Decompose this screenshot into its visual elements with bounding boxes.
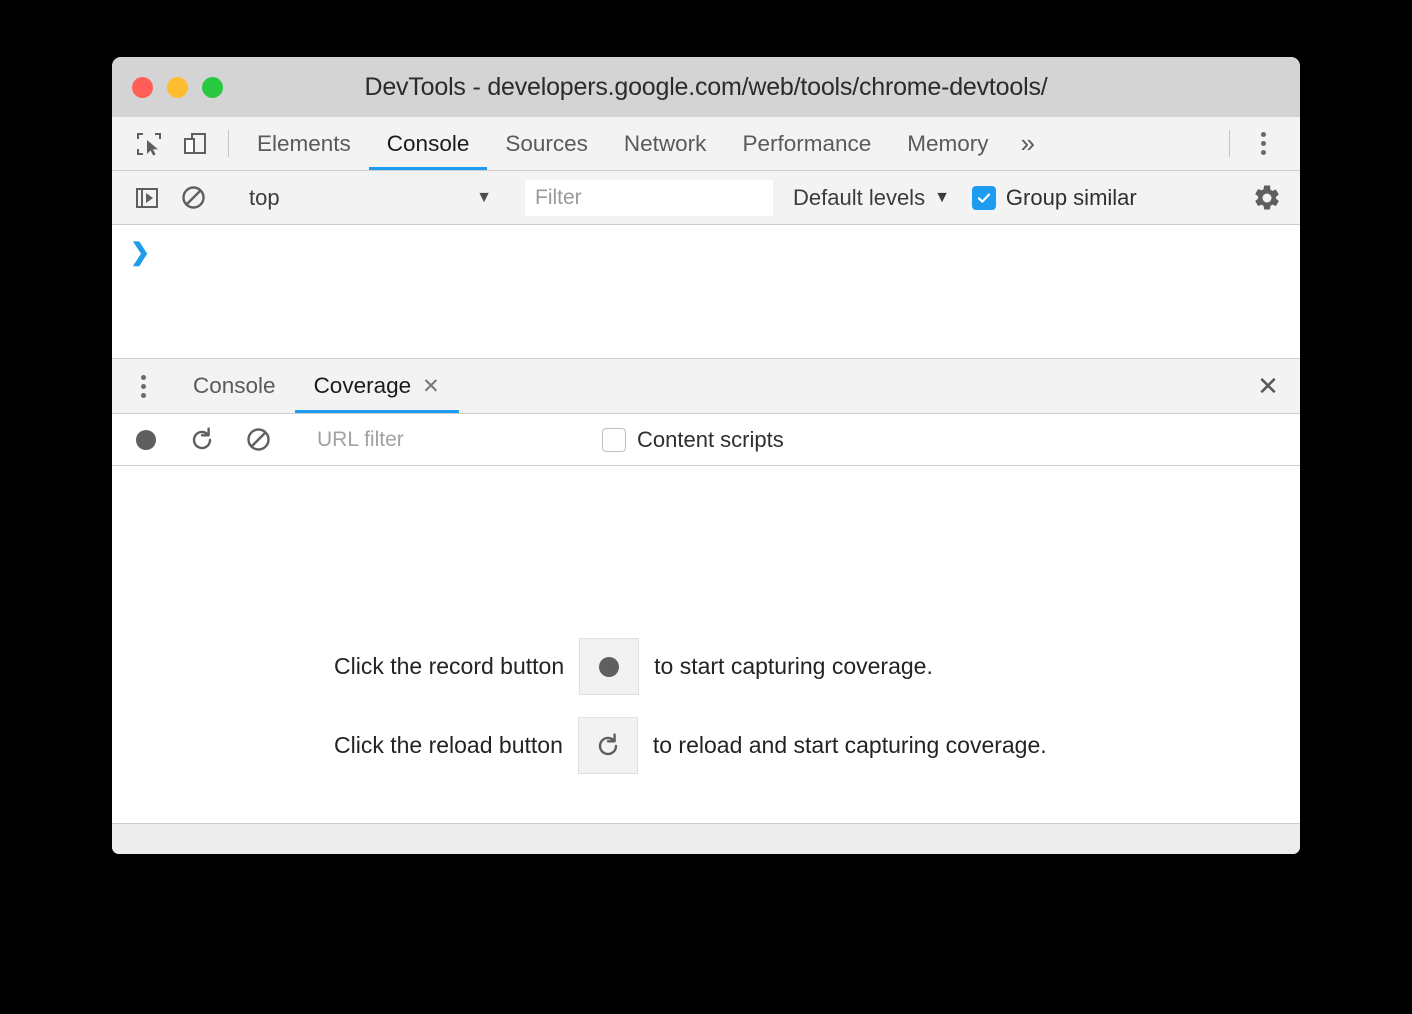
- drawer-tab-console[interactable]: Console: [174, 359, 295, 413]
- gear-icon: [1252, 183, 1282, 213]
- coverage-content-area: Click the record button to start capturi…: [112, 466, 1300, 823]
- inspect-element-button[interactable]: [126, 117, 172, 170]
- main-menu-button[interactable]: [1240, 117, 1286, 170]
- console-prompt-chevron-icon: ❯: [130, 239, 151, 266]
- coverage-hint-record-prefix: Click the record button: [334, 653, 565, 679]
- more-vertical-icon: [140, 374, 146, 398]
- drawer-tabbar: Console Coverage ✕ ✕: [112, 359, 1300, 414]
- more-tabs-button[interactable]: »: [1007, 117, 1049, 170]
- coverage-hint-reload-suffix: to reload and start capturing coverage.: [652, 732, 1047, 758]
- clear-console-icon: [180, 184, 207, 211]
- device-toolbar-button[interactable]: [172, 117, 218, 170]
- coverage-record-button[interactable]: [118, 427, 174, 453]
- group-similar-label: Group similar: [1005, 184, 1137, 210]
- tab-sources[interactable]: Sources: [487, 117, 606, 170]
- group-similar-checkbox[interactable]: Group similar: [971, 184, 1137, 211]
- record-circle-icon: [133, 427, 159, 453]
- coverage-toolbar: URL filter Content scripts: [112, 414, 1300, 466]
- coverage-hint-reload-prefix: Click the reload button: [334, 732, 563, 758]
- drawer-menu-button[interactable]: [112, 359, 174, 413]
- console-settings-button[interactable]: [1252, 183, 1282, 213]
- console-output-area[interactable]: ❯: [112, 225, 1300, 359]
- tab-console[interactable]: Console: [368, 117, 488, 170]
- show-console-sidebar-icon: [134, 185, 160, 211]
- clear-icon: [245, 426, 272, 453]
- close-drawer-button[interactable]: ✕: [1236, 359, 1300, 413]
- tabbar-right-divider: [1229, 130, 1230, 157]
- inline-reload-button[interactable]: [577, 717, 638, 774]
- reload-icon: [594, 732, 622, 760]
- inline-record-button[interactable]: [579, 638, 640, 695]
- console-toolbar: top ▼ Filter Default levels ▼ Group simi…: [112, 171, 1300, 225]
- coverage-hint-reload: Click the reload button to reload and st…: [334, 717, 1047, 774]
- close-icon[interactable]: ✕: [422, 374, 440, 399]
- drawer-tab-console-label: Console: [193, 373, 276, 398]
- execution-context-value: top: [249, 184, 280, 210]
- url-filter-input[interactable]: URL filter: [307, 428, 559, 452]
- chevron-down-icon: ▼: [934, 188, 950, 206]
- drawer-tabbar-spacer: [459, 359, 1236, 413]
- coverage-empty-state: Click the record button to start capturi…: [334, 638, 1047, 774]
- tab-elements[interactable]: Elements: [239, 117, 369, 170]
- execution-context-select[interactable]: top ▼: [237, 185, 504, 211]
- reload-icon: [188, 426, 216, 454]
- log-levels-label: Default levels: [793, 184, 926, 210]
- window-titlebar: DevTools - developers.google.com/web/too…: [112, 57, 1300, 117]
- devtools-window: DevTools - developers.google.com/web/too…: [112, 57, 1300, 854]
- window-title: DevTools - developers.google.com/web/too…: [364, 72, 1048, 101]
- more-vertical-icon: [1260, 132, 1266, 155]
- coverage-hint-record-suffix: to start capturing coverage.: [654, 653, 933, 679]
- checkbox-unchecked-icon: [602, 427, 626, 452]
- status-bar: [112, 823, 1300, 854]
- log-levels-select[interactable]: Default levels ▼: [793, 185, 950, 211]
- content-scripts-checkbox[interactable]: Content scripts: [602, 427, 784, 453]
- console-filter-input[interactable]: Filter: [525, 179, 773, 216]
- main-tabbar: Elements Console Sources Network Perform…: [112, 117, 1300, 171]
- device-toolbar-icon: [181, 130, 209, 158]
- tab-performance[interactable]: Performance: [724, 117, 889, 170]
- coverage-hint-record: Click the record button to start capturi…: [334, 638, 1047, 695]
- drawer-tab-coverage-label: Coverage: [313, 373, 412, 398]
- tab-memory[interactable]: Memory: [889, 117, 1006, 170]
- toolbar-divider: [228, 130, 229, 157]
- maximize-window-button[interactable]: [202, 76, 223, 98]
- checkbox-checked-icon: [971, 185, 996, 210]
- coverage-clear-button[interactable]: [230, 426, 286, 453]
- content-scripts-label: Content scripts: [637, 426, 784, 452]
- traffic-lights: [132, 76, 223, 98]
- inspect-element-icon: [135, 130, 163, 158]
- tab-network[interactable]: Network: [606, 117, 725, 170]
- record-circle-icon: [596, 654, 622, 680]
- coverage-reload-button[interactable]: [174, 426, 230, 454]
- chevron-down-icon: ▼: [476, 188, 492, 206]
- close-window-button[interactable]: [132, 76, 153, 98]
- minimize-window-button[interactable]: [167, 76, 188, 98]
- clear-console-button[interactable]: [170, 184, 216, 211]
- console-sidebar-button[interactable]: [124, 185, 170, 211]
- drawer-tab-coverage[interactable]: Coverage ✕: [294, 359, 459, 413]
- tabbar-spacer: [1049, 117, 1219, 170]
